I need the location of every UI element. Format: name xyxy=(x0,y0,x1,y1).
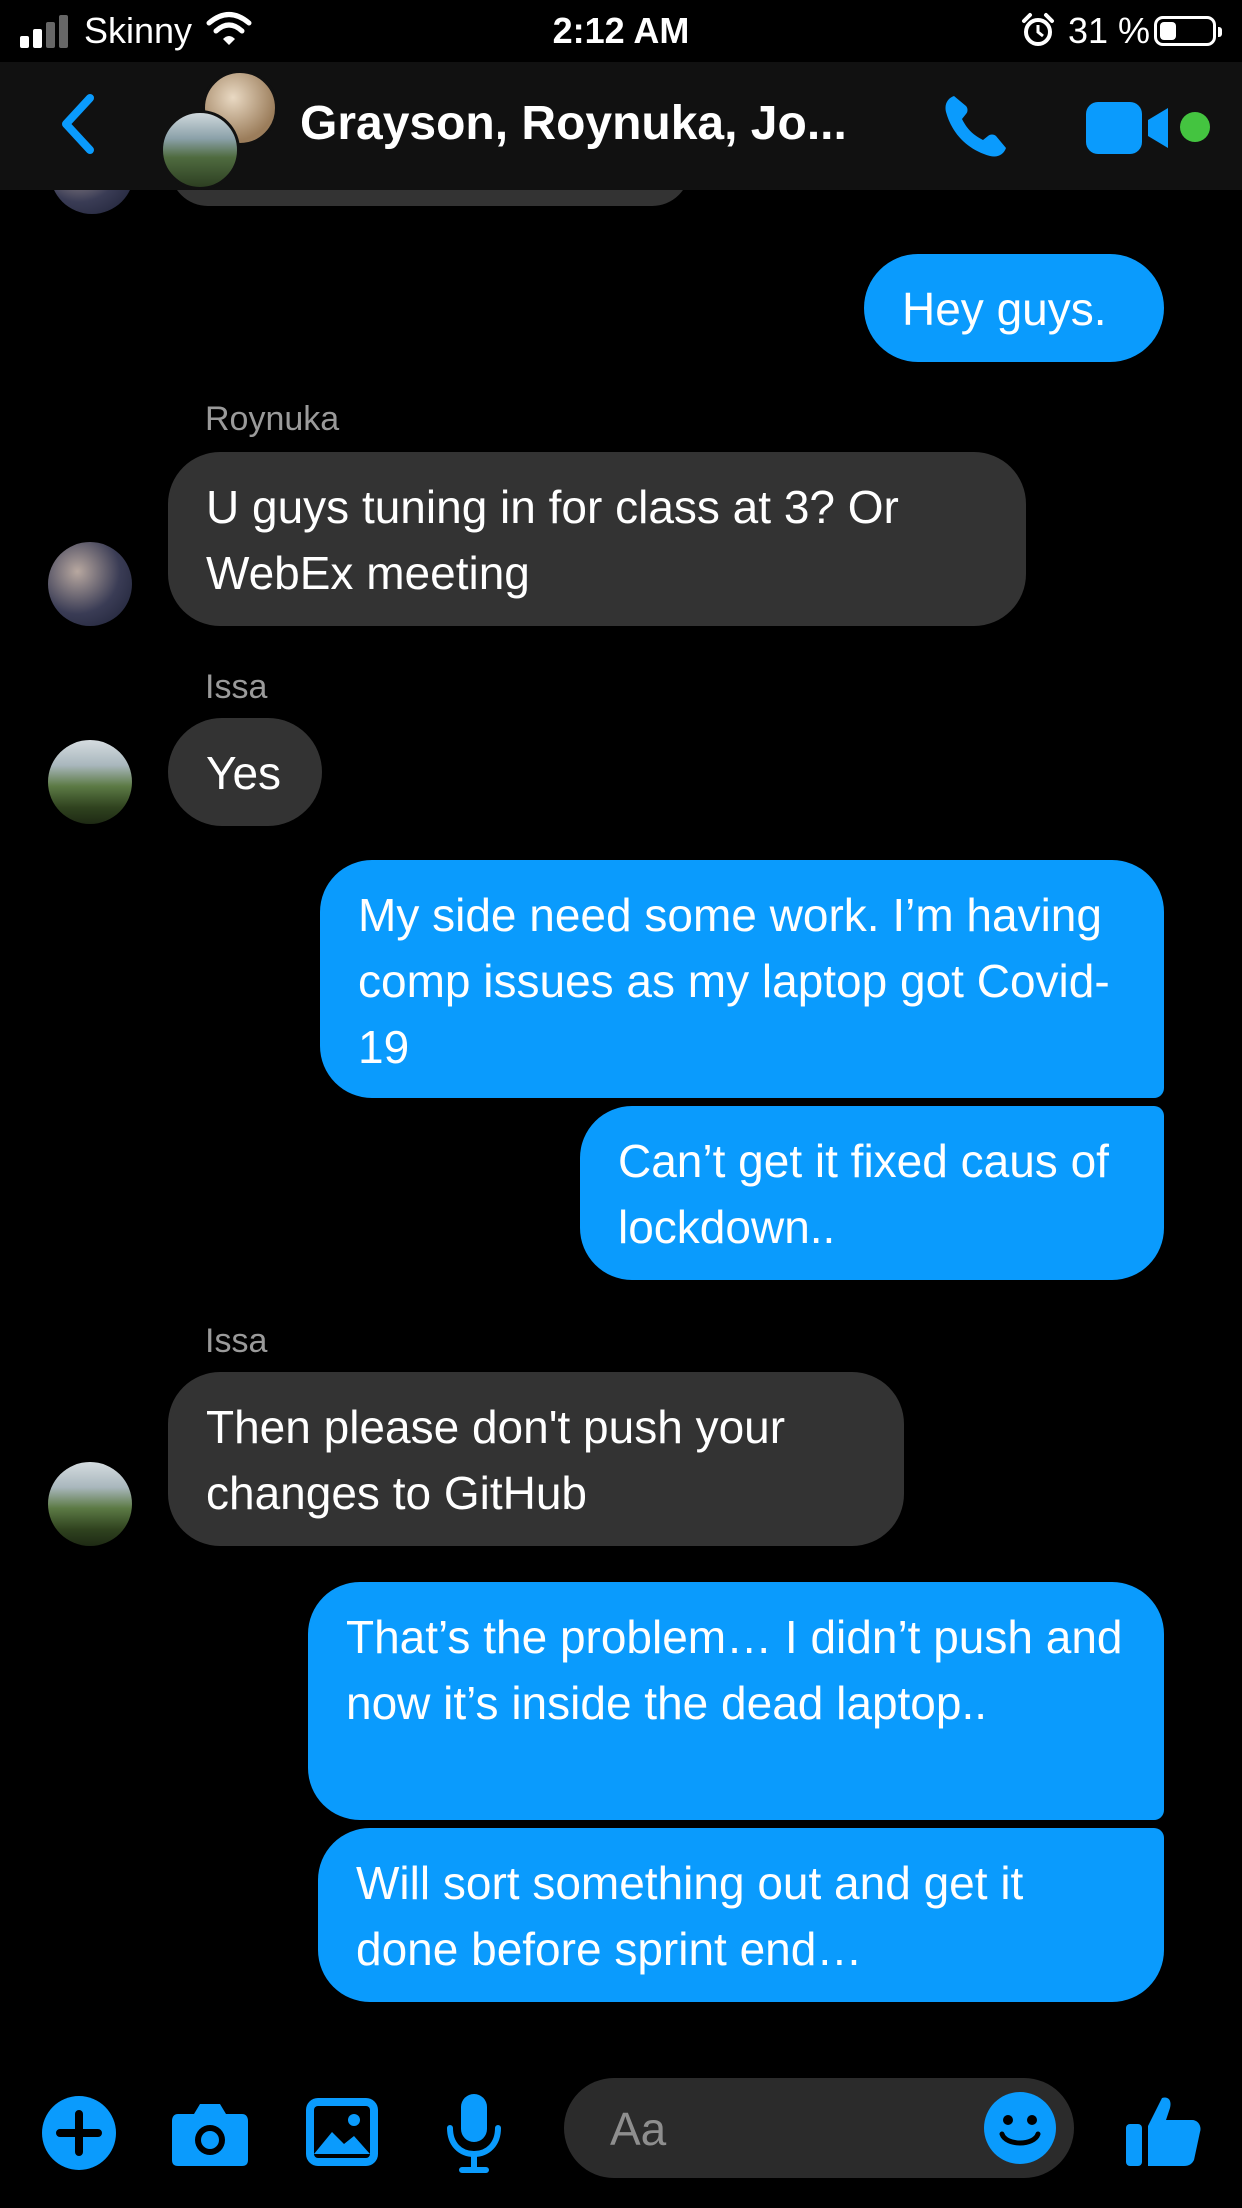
sender-avatar xyxy=(48,740,132,824)
video-call-icon[interactable] xyxy=(1086,100,1170,156)
emoji-icon[interactable] xyxy=(984,2092,1056,2164)
group-avatar[interactable] xyxy=(160,70,280,190)
member-avatar xyxy=(160,110,240,190)
outgoing-message[interactable]: Hey guys. xyxy=(864,254,1164,362)
camera-icon[interactable] xyxy=(170,2098,250,2168)
outgoing-message[interactable]: My side need some work. I’m having comp … xyxy=(320,860,1164,1098)
sender-name: Roynuka xyxy=(205,400,340,438)
message-thread[interactable]: Hey guys. Roynuka U guys tuning in for c… xyxy=(0,190,1242,2050)
phone-call-icon[interactable] xyxy=(940,90,1012,162)
outgoing-message[interactable]: Can’t get it fixed caus of lockdown.. xyxy=(580,1106,1164,1280)
incoming-message[interactable]: Yes xyxy=(168,718,322,826)
message-input[interactable] xyxy=(608,2096,972,2162)
chat-title[interactable]: Grayson, Roynuka, Jo... xyxy=(300,96,847,151)
sender-avatar xyxy=(48,1462,132,1546)
online-status-dot xyxy=(1180,112,1210,142)
alarm-icon xyxy=(1022,13,1054,46)
back-chevron-icon[interactable] xyxy=(58,92,98,156)
message-composer xyxy=(0,2050,1242,2208)
sender-avatar xyxy=(48,542,132,626)
sender-name: Issa xyxy=(205,668,268,706)
image-icon[interactable] xyxy=(304,2096,380,2168)
incoming-message[interactable]: Then please don't push your changes to G… xyxy=(168,1372,904,1546)
incoming-message[interactable]: U guys tuning in for class at 3? Or WebE… xyxy=(168,452,1026,626)
sender-name: Issa xyxy=(205,1322,268,1360)
message-bubble-partial xyxy=(170,190,690,206)
outgoing-message[interactable]: That’s the problem… I didn’t push and no… xyxy=(308,1582,1164,1820)
conversation-header: Grayson, Roynuka, Jo... xyxy=(0,62,1242,190)
plus-icon[interactable] xyxy=(42,2096,116,2170)
battery-percent: 31 % xyxy=(1068,10,1151,51)
battery-icon xyxy=(1154,16,1222,46)
message-input-box[interactable] xyxy=(564,2078,1074,2178)
outgoing-message[interactable]: Will sort something out and get it done … xyxy=(318,1828,1164,2002)
thumbs-up-icon[interactable] xyxy=(1124,2090,1204,2170)
status-bar: Skinny 2:12 AM 31 % xyxy=(0,0,1242,62)
microphone-icon[interactable] xyxy=(444,2092,504,2174)
sender-avatar xyxy=(50,190,134,214)
